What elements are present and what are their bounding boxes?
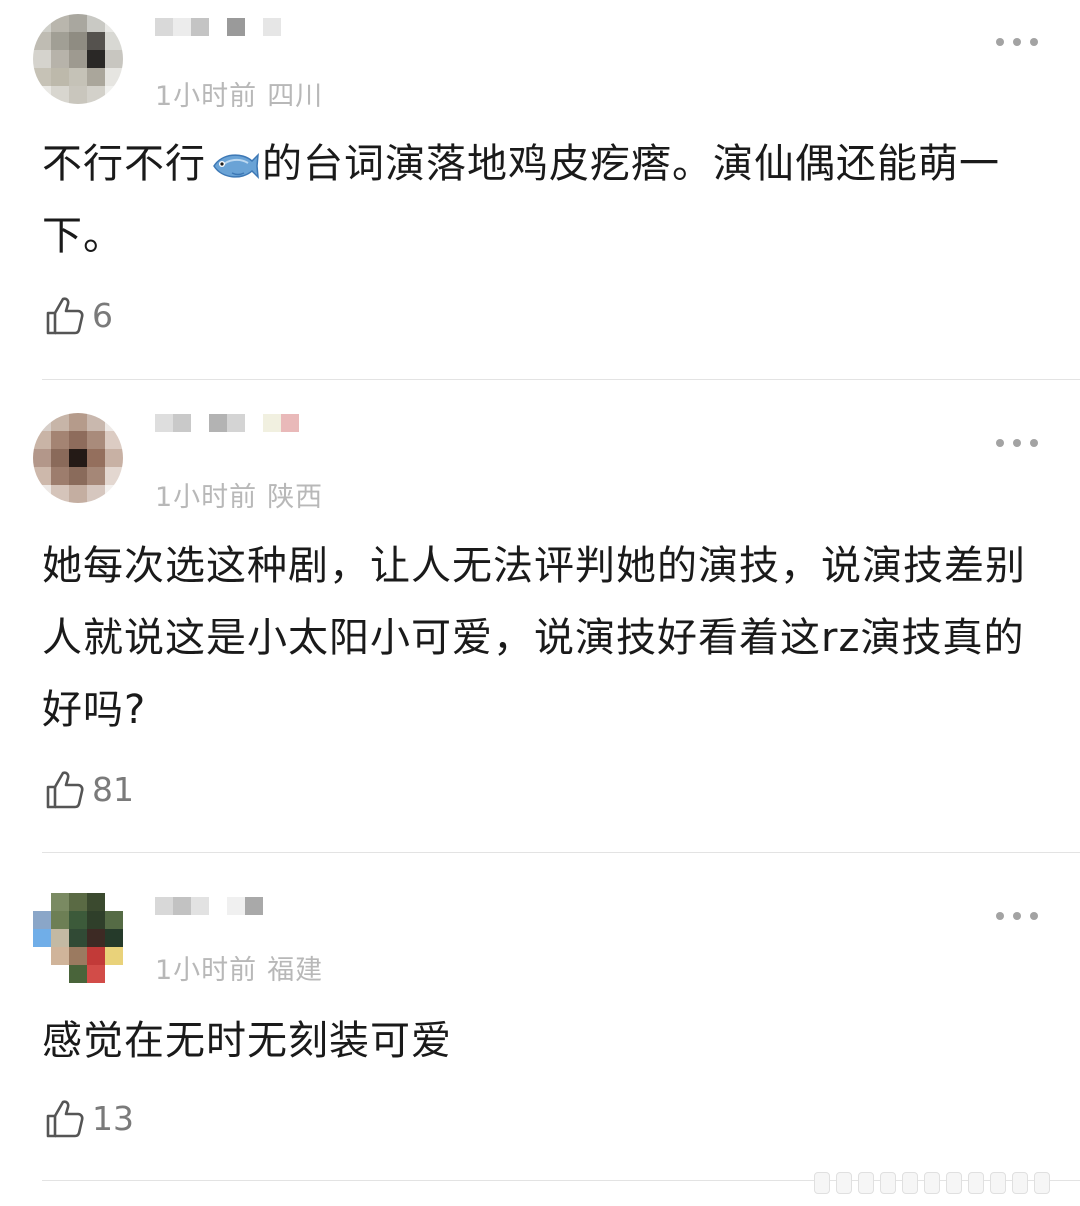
comment-time: 1小时前 bbox=[155, 955, 258, 986]
avatar[interactable] bbox=[33, 893, 123, 983]
like-button[interactable]: 13 bbox=[44, 1097, 134, 1141]
thumbs-up-icon bbox=[46, 771, 84, 809]
username-mosaic[interactable] bbox=[155, 18, 281, 54]
like-count: 81 bbox=[92, 770, 134, 809]
like-button[interactable]: 6 bbox=[44, 294, 113, 338]
comment-location: 陕西 bbox=[267, 482, 324, 513]
comment-item: 1小时前 四川 不行不行 的台词演落地鸡皮疙瘩。演仙偶还能萌一下。 6 bbox=[0, 0, 1080, 380]
like-count: 13 bbox=[92, 1099, 134, 1138]
comment-text: 不行不行 的台词演落地鸡皮疙瘩。演仙偶还能萌一下。 bbox=[42, 128, 1042, 272]
fish-emoji-icon bbox=[213, 153, 259, 179]
thumbs-up-icon bbox=[46, 1100, 84, 1138]
username-mosaic[interactable] bbox=[155, 897, 263, 933]
comment-text-part: 不行不行 bbox=[42, 141, 206, 187]
more-dots-icon[interactable] bbox=[996, 36, 1038, 48]
comment-time: 1小时前 bbox=[155, 482, 258, 513]
thumbs-up-icon bbox=[46, 297, 84, 335]
avatar[interactable] bbox=[33, 413, 123, 503]
more-dots-icon[interactable] bbox=[996, 910, 1038, 922]
comment-text: 感觉在无时无刻装可爱 bbox=[42, 1018, 452, 1064]
username-mosaic[interactable] bbox=[155, 414, 299, 450]
comment-meta: 1小时前 四川 bbox=[155, 74, 323, 113]
comment-meta: 1小时前 陕西 bbox=[155, 475, 323, 514]
watermark-mosaic bbox=[814, 1172, 1050, 1194]
comment-location: 四川 bbox=[267, 81, 324, 112]
comment-location: 福建 bbox=[267, 955, 324, 986]
more-dots-icon[interactable] bbox=[996, 437, 1038, 449]
comment-item: 1小时前 福建 感觉在无时无刻装可爱 13 bbox=[0, 853, 1080, 1206]
comment-item: 1小时前 陕西 她每次选这种剧，让人无法评判她的演技，说演技差别人就说这是小太阳小… bbox=[0, 380, 1080, 852]
comment-text: 她每次选这种剧，让人无法评判她的演技，说演技差别人就说这是小太阳小可爱，说演技好… bbox=[42, 543, 1026, 733]
avatar[interactable] bbox=[33, 14, 123, 104]
like-button[interactable]: 81 bbox=[44, 768, 134, 812]
comment-time: 1小时前 bbox=[155, 81, 258, 112]
like-count: 6 bbox=[92, 296, 113, 335]
comment-meta: 1小时前 福建 bbox=[155, 948, 323, 987]
